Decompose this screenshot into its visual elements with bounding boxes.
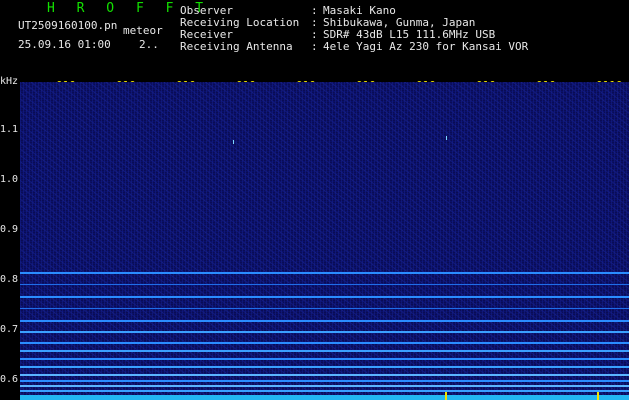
waterfall-display xyxy=(20,82,629,400)
signal-band xyxy=(20,342,629,344)
signal-band xyxy=(20,320,629,322)
signal-band xyxy=(20,385,629,387)
filename-label: UT2509160100.pn xyxy=(18,19,118,32)
frequency-axis: kHz 1.1 1.0 0.9 0.8 0.7 0.6 xyxy=(0,76,20,400)
page-label: 2.. xyxy=(139,38,159,51)
signal-band xyxy=(20,284,629,285)
info-separator: : xyxy=(311,40,318,53)
header-panel: H R O F F T UT2509160100.pn meteor 25.09… xyxy=(0,0,629,78)
mode-label: meteor xyxy=(123,24,163,37)
info-value: 4ele Yagi Az 230 for Kansai VOR xyxy=(323,40,529,53)
noise-texture xyxy=(20,82,629,400)
info-key: Receiving Antenna xyxy=(180,40,293,53)
signal-band xyxy=(20,308,629,309)
signal-band xyxy=(20,272,629,274)
signal-band xyxy=(20,380,629,382)
signal-band xyxy=(20,331,629,333)
y-tick-label: 0.6 xyxy=(0,374,19,385)
event-marker xyxy=(445,392,447,400)
signal-band xyxy=(20,374,629,376)
event-marker xyxy=(597,392,599,400)
meteor-echo xyxy=(233,140,234,144)
y-tick-label: 0.9 xyxy=(0,224,19,235)
axis-unit-label: kHz xyxy=(0,76,19,87)
y-tick-label: 0.8 xyxy=(0,274,19,285)
signal-band xyxy=(20,350,629,352)
signal-band xyxy=(20,366,629,368)
signal-band xyxy=(20,390,629,392)
y-tick-label: 0.7 xyxy=(0,324,19,335)
y-tick-label: 1.1 xyxy=(0,124,19,135)
y-tick-label: 1.0 xyxy=(0,174,19,185)
spectrogram-window: H R O F F T UT2509160100.pn meteor 25.09… xyxy=(0,0,629,400)
signal-band xyxy=(20,358,629,360)
meteor-echo xyxy=(446,136,447,140)
signal-band xyxy=(20,296,629,298)
noise-floor-band xyxy=(20,395,629,400)
info-row-antenna: Receiving Antenna:4ele Yagi Az 230 for K… xyxy=(180,40,528,53)
date-label: 25.09.16 01:00 xyxy=(18,38,111,51)
